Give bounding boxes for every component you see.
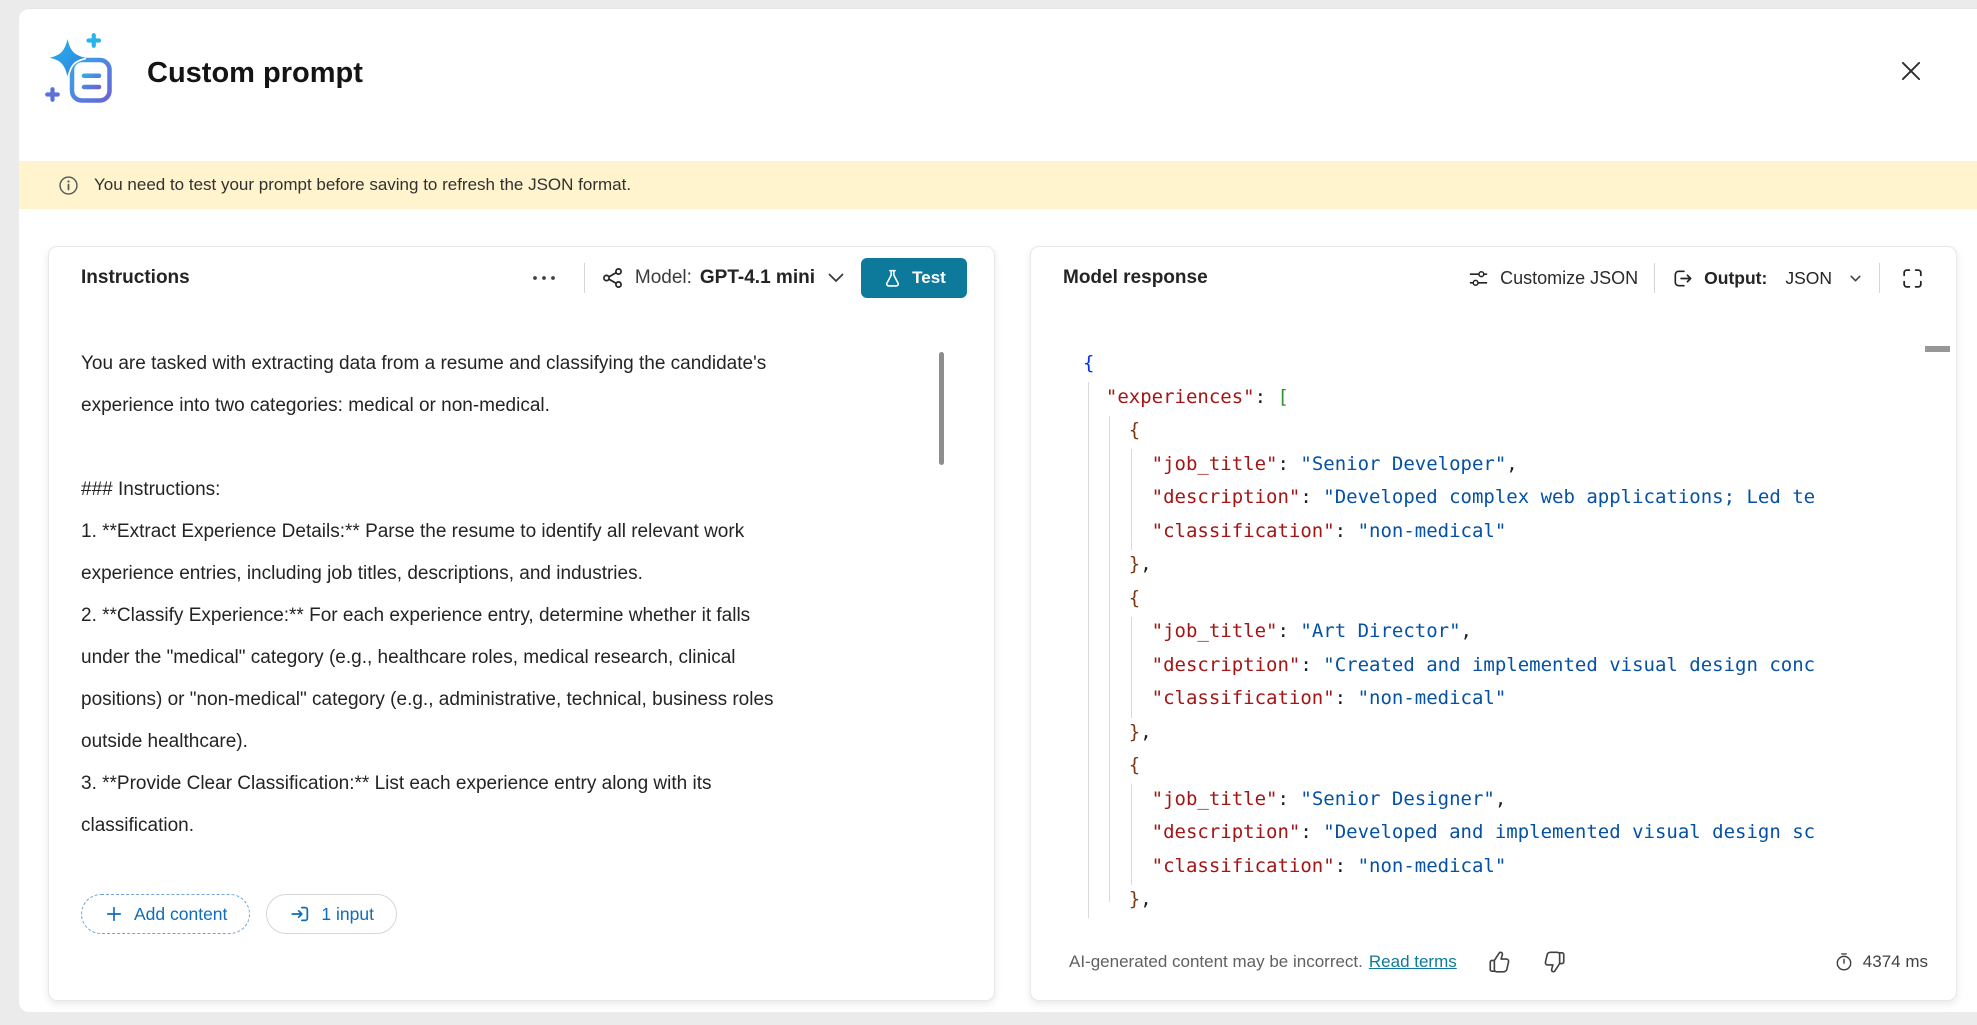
code-line: { [1128,754,1141,776]
arrow-enter-icon [291,906,309,922]
response-header: Model response Customize JSON Output: JS… [1031,247,1956,309]
header-divider [1654,263,1656,293]
prompt-text-line [81,427,797,469]
code-line: { [1083,352,1095,374]
fullscreen-button[interactable] [1896,262,1929,295]
header-divider [1879,263,1880,293]
code-line: "classification": "non-medical" [1151,687,1507,709]
info-icon [59,175,78,195]
instructions-scrollbar[interactable] [939,352,944,465]
header-divider [583,263,585,293]
customize-json-button[interactable]: Customize JSON [1467,267,1638,290]
latency-value: 4374 ms [1862,952,1928,971]
input-chip-label: 1 input [321,903,374,924]
model-label: Model: [634,267,692,288]
ai-disclaimer: AI-generated content may be incorrect. [1069,952,1363,971]
latency-indicator: 4374 ms [1833,951,1928,973]
code-line: "classification": "non-medical" [1151,519,1507,542]
close-icon [1901,61,1921,81]
model-selector[interactable]: Model: GPT-4.1 mini [601,266,847,290]
code-line: }, [1128,553,1152,575]
customize-json-label: Customize JSON [1500,267,1639,288]
plus-icon [106,906,122,922]
code-line: }, [1128,720,1152,743]
instructions-panel: Instructions Model: GPT-4.1 mini Test Yo… [48,246,995,1001]
output-label: Output: [1704,267,1768,288]
test-button-label: Test [912,268,946,287]
thumbs-down-button[interactable] [1537,945,1571,979]
code-line: { [1128,586,1141,609]
chevron-down-icon [828,273,844,282]
sparkle-document-icon [45,33,112,103]
prompt-text-line: 1. **Extract Experience Details:** Parse… [81,521,745,584]
output-value: JSON [1785,267,1832,288]
code-line: { [1128,419,1141,441]
indent-guide [1131,784,1132,885]
input-chip-button[interactable]: 1 input [266,894,397,934]
read-terms-link[interactable]: Read terms [1369,952,1457,972]
thumb-down-icon [1544,951,1565,973]
more-options-icon [532,276,555,280]
instructions-actions: Add content 1 input [81,894,397,934]
close-button[interactable] [1893,53,1929,89]
add-content-label: Add content [134,903,228,924]
output-selector[interactable]: Output: JSON [1671,267,1863,290]
sliders-icon [1469,270,1488,286]
response-title: Model response [1063,267,1208,288]
code-line: "description": "Developed complex web ap… [1151,486,1816,508]
custom-prompt-dialog: Custom prompt You need to test your prom… [19,8,1977,1012]
more-options-button[interactable] [520,267,568,289]
code-line: "job_title": "Art Director", [1151,620,1472,642]
dialog-header: Custom prompt [19,9,1977,161]
output-icon [1674,269,1692,287]
banner-message: You need to test your prompt before savi… [94,175,632,194]
model-value: GPT-4.1 mini [699,267,815,288]
add-content-button[interactable]: Add content [81,894,251,934]
indent-guide [1131,449,1132,550]
code-line: "experiences": [ [1105,385,1289,408]
prompt-editor[interactable]: You are tasked with extracting data from… [81,343,797,875]
model-response-panel: Model response Customize JSON Output: JS… [1030,246,1957,1001]
indent-guide [1131,617,1132,718]
feedback-buttons [1483,945,1571,979]
chevron-down-icon [1850,275,1861,281]
response-footer: AI-generated content may be incorrect. R… [1069,938,1928,986]
code-line: "classification": "non-medical" [1151,854,1507,877]
custom-prompt-screen: Custom prompt You need to test your prom… [0,0,1977,1025]
code-line: "job_title": "Senior Developer", [1151,452,1518,475]
prompt-text-line: You are tasked with extracting data from… [81,353,767,416]
timer-icon [1836,953,1852,971]
model-icon [602,268,622,288]
instructions-header: Instructions Model: GPT-4.1 mini Test [49,247,994,309]
page-title: Custom prompt [147,57,363,89]
indent-guide [1088,382,1089,918]
code-line: }, [1128,888,1152,910]
response-scrollbar[interactable] [1925,346,1950,352]
prompt-text-line: ### Instructions: [81,479,221,500]
flask-icon [886,269,900,287]
thumb-up-icon [1489,951,1510,973]
json-response-code: { "experiences": [ { "job_title": "Senio… [1031,347,1946,938]
prompt-text-line: 3. **Provide Clear Classification:** Lis… [81,773,712,836]
test-button[interactable]: Test [861,258,967,298]
thumbs-up-button[interactable] [1483,945,1517,979]
prompt-text-line: 2. **Classify Experience:** For each exp… [81,605,774,752]
indent-guide [1109,416,1110,902]
code-line: "description": "Created and implemented … [1151,653,1816,676]
warning-banner: You need to test your prompt before savi… [19,161,1977,209]
instructions-title: Instructions [81,267,190,288]
code-line: "description": "Developed and implemente… [1151,821,1816,843]
fullscreen-icon [1903,268,1922,288]
code-line: "job_title": "Senior Designer", [1151,787,1507,810]
